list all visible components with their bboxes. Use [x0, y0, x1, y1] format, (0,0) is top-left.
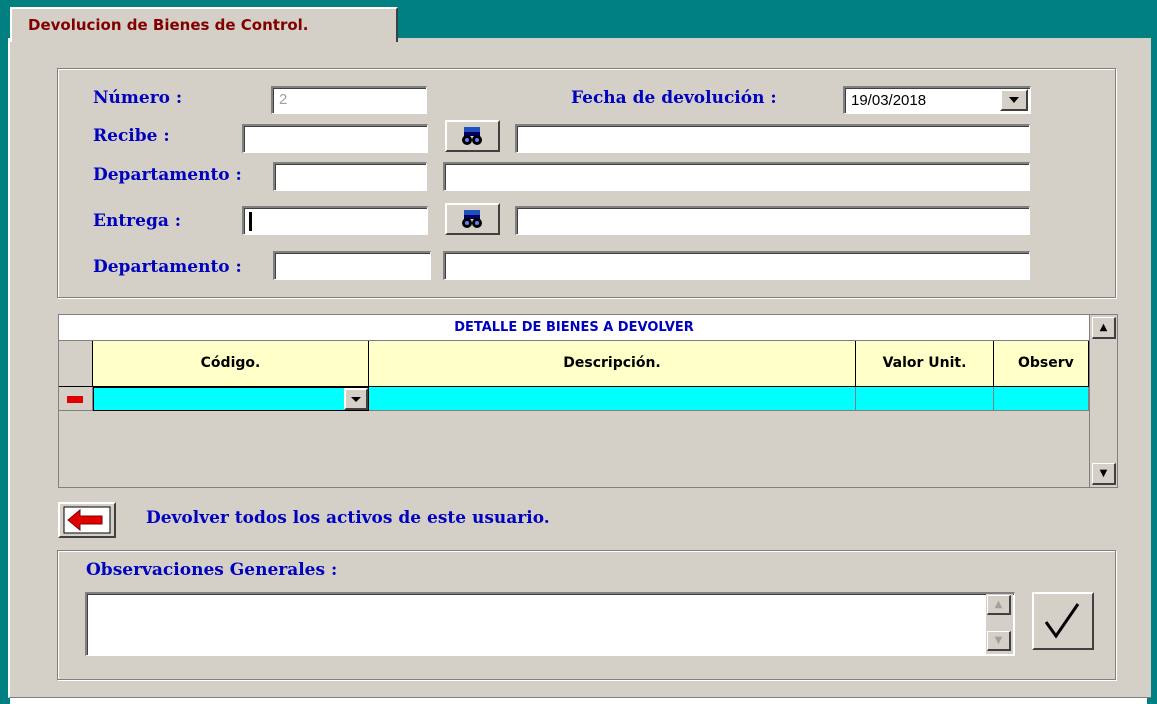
row-selector[interactable]: [59, 387, 93, 411]
tab-title: Devolucion de Bienes de Control.: [28, 16, 309, 34]
fecha-value: 19/03/2018: [851, 92, 927, 109]
recibe-name-field[interactable]: [515, 124, 1030, 153]
fecha-dropdown-button[interactable]: [1000, 89, 1028, 111]
entrega-search-button[interactable]: [445, 203, 500, 235]
column-header-codigo[interactable]: Código.: [93, 341, 369, 387]
return-all-button[interactable]: [58, 502, 116, 538]
detail-grid[interactable]: DETALLE DE BIENES A DEVOLVER Código. Des…: [58, 314, 1118, 488]
observaciones-scroll-down[interactable]: ▼: [987, 631, 1011, 651]
numero-field[interactable]: 2: [271, 86, 427, 114]
entrega-label: Entrega :: [93, 211, 182, 231]
binoculars-icon: [462, 127, 482, 145]
current-row-marker-icon: [67, 396, 83, 403]
checkmark-icon: [1044, 603, 1080, 639]
recibe-code-field[interactable]: [242, 124, 428, 153]
tab-devolucion[interactable]: Devolucion de Bienes de Control.: [10, 7, 398, 42]
table-cell-codigo[interactable]: [93, 387, 369, 411]
grid-corner-header: [59, 341, 93, 387]
scroll-up-button[interactable]: ▲: [1092, 317, 1116, 339]
observaciones-scrollbar[interactable]: ▲ ▼: [986, 594, 1013, 654]
departamento2-name-field[interactable]: [443, 251, 1030, 280]
departamento1-name-field[interactable]: [443, 162, 1030, 191]
column-header-observ[interactable]: Observ: [994, 341, 1089, 387]
departamento1-code-field[interactable]: [273, 162, 427, 191]
scroll-down-button[interactable]: ▼: [1092, 463, 1116, 485]
left-arrow-icon: [63, 506, 111, 534]
recibe-label: Recibe :: [93, 126, 170, 146]
observaciones-scroll-up[interactable]: ▲: [987, 595, 1011, 615]
chevron-down-icon: [351, 397, 361, 402]
grid-vertical-scrollbar[interactable]: ▲ ▼: [1089, 315, 1117, 487]
grid-caption: DETALLE DE BIENES A DEVOLVER: [59, 315, 1089, 341]
table-cell-valor[interactable]: [856, 387, 994, 411]
return-all-label[interactable]: Devolver todos los activos de este usuar…: [146, 508, 550, 528]
numero-label: Número :: [93, 88, 183, 108]
codigo-dropdown-button[interactable]: [344, 388, 368, 410]
recibe-search-button[interactable]: [445, 120, 500, 152]
departamento2-code-field[interactable]: [273, 251, 431, 280]
departamento1-label: Departamento :: [93, 165, 242, 185]
entrega-code-field[interactable]: [242, 206, 428, 235]
table-cell-descripcion[interactable]: [369, 387, 856, 411]
binoculars-icon: [462, 210, 482, 228]
observaciones-textarea[interactable]: [85, 592, 1015, 656]
departamento2-label: Departamento :: [93, 257, 242, 277]
column-header-valor[interactable]: Valor Unit.: [856, 341, 994, 387]
text-cursor: [249, 212, 252, 231]
observaciones-label: Observaciones Generales :: [86, 560, 338, 580]
confirm-button[interactable]: [1032, 592, 1094, 650]
column-header-descripcion[interactable]: Descripción.: [369, 341, 856, 387]
entrega-name-field[interactable]: [515, 206, 1030, 235]
chevron-down-icon: [1009, 97, 1019, 103]
fecha-label: Fecha de devolución :: [571, 88, 777, 108]
table-cell-observ[interactable]: [994, 387, 1089, 411]
